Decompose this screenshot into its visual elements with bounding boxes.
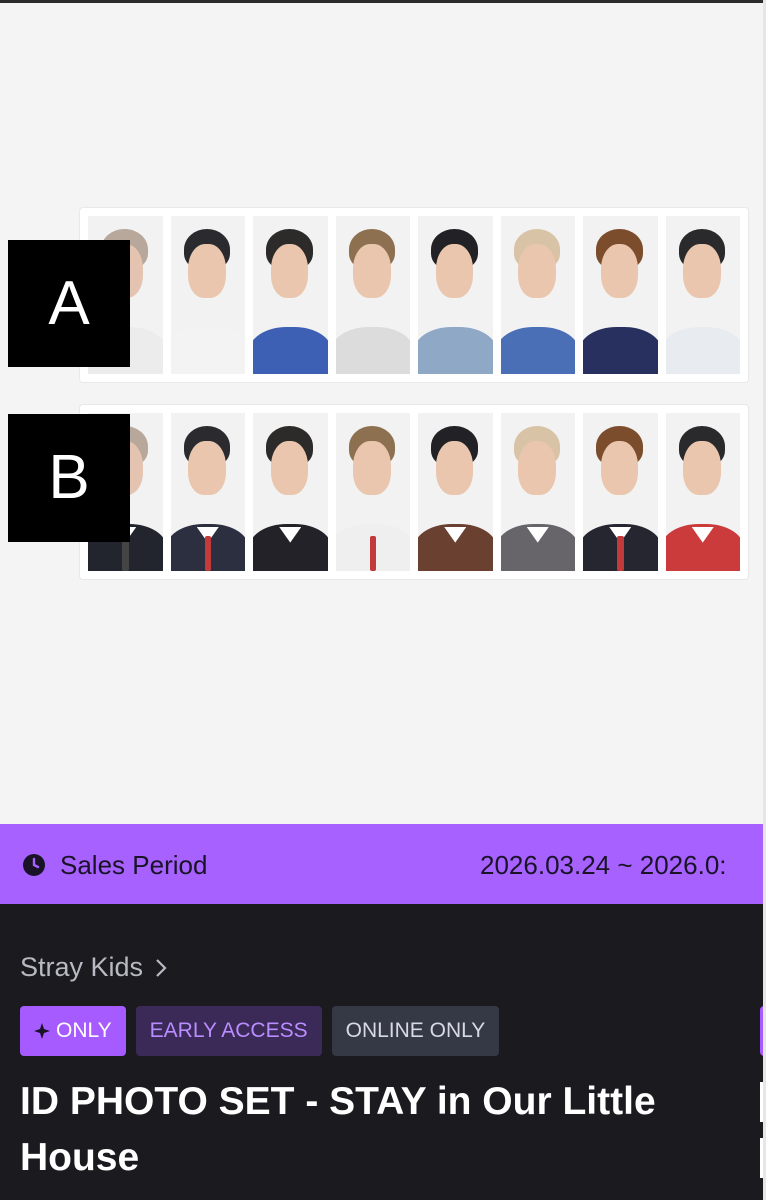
sparkle-icon <box>34 1023 50 1039</box>
photo-card <box>333 411 412 573</box>
product-info-panel: Stray Kids ONLY EARLY ACCESS ONLINE ONLY… <box>0 904 766 1200</box>
version-label-b: B <box>8 414 130 542</box>
photo-card <box>251 411 330 573</box>
photo-strip-b <box>80 405 748 579</box>
online-only-badge: ONLINE ONLY <box>331 1006 500 1056</box>
photo-card <box>416 214 495 376</box>
photo-card <box>663 214 742 376</box>
photo-card <box>498 214 577 376</box>
product-title: ID PHOTO SET - STAY in Our Little House <box>20 1080 656 1179</box>
sales-period-bar: Sales Period 2026.03.24 ~ 2026.0: <box>0 824 766 904</box>
version-label-a: A <box>8 240 130 367</box>
clock-icon <box>23 854 45 876</box>
top-border <box>0 0 766 3</box>
photo-card <box>251 214 330 376</box>
badge-row: ONLY EARLY ACCESS ONLINE ONLY <box>20 1006 500 1056</box>
chevron-right-icon <box>156 958 167 977</box>
photo-card <box>581 411 660 573</box>
photo-strip-a <box>80 208 748 382</box>
photo-card <box>168 411 247 573</box>
artist-name: Stray Kids <box>20 952 144 982</box>
photo-card <box>663 411 742 573</box>
photo-card <box>581 214 660 376</box>
sales-period-label: Sales Period <box>60 850 208 880</box>
photo-card <box>416 411 495 573</box>
photo-card <box>168 214 247 376</box>
early-access-badge: EARLY ACCESS <box>135 1006 322 1056</box>
artist-link[interactable]: Stray Kids <box>20 952 169 983</box>
photo-card <box>333 214 412 376</box>
only-badge-label: ONLY <box>56 1019 112 1042</box>
photo-card <box>498 411 577 573</box>
sales-period-dates: 2026.03.24 ~ 2026.0: <box>480 850 727 880</box>
only-badge: ONLY <box>20 1006 126 1056</box>
